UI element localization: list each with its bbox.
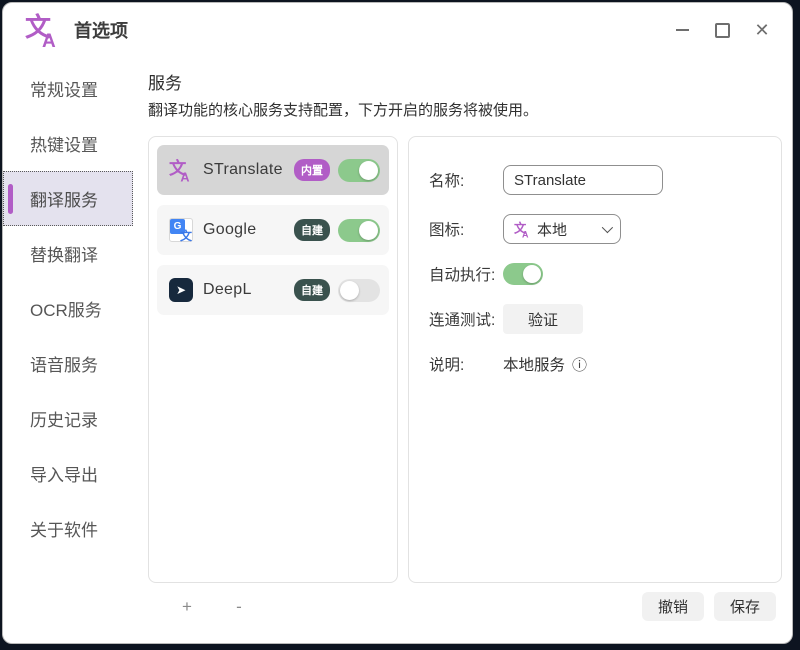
- sidebar-item-label: 关于软件: [30, 516, 98, 541]
- deepl-icon: ➤: [169, 278, 193, 302]
- sidebar-item-label: 翻译服务: [30, 186, 98, 211]
- svg-text:A: A: [42, 31, 56, 48]
- sidebar-item-ocr[interactable]: OCR服务: [3, 281, 133, 336]
- sidebar-item-history[interactable]: 历史记录: [3, 391, 133, 446]
- google-wen-glyph: 文: [180, 230, 192, 242]
- auto-execute-label: 自动执行:: [429, 263, 503, 285]
- sidebar-item-import-export[interactable]: 导入导出: [3, 446, 133, 501]
- sidebar-item-label: 热键设置: [30, 131, 98, 156]
- stranslate-icon: 文 A: [169, 158, 193, 182]
- service-row-google[interactable]: G 文 Google 自建: [157, 205, 389, 255]
- sidebar-item-translate-services[interactable]: 翻译服务: [3, 171, 133, 226]
- sidebar-item-label: 导入导出: [30, 461, 98, 486]
- service-name: Google: [203, 221, 294, 239]
- auto-execute-toggle[interactable]: [503, 263, 543, 285]
- description-label: 说明:: [429, 353, 503, 375]
- main-content: 服务 翻译功能的核心服务支持配置，下方开启的服务将被使用。 文 A STrans…: [133, 57, 792, 643]
- sidebar-item-replace-translate[interactable]: 替换翻译: [3, 226, 133, 281]
- icon-row: 图标: 文 A 本地: [429, 214, 761, 244]
- sidebar-item-label: 历史记录: [30, 406, 98, 431]
- maximize-icon: [715, 23, 730, 38]
- service-badge: 自建: [294, 279, 330, 301]
- toggle-knob: [359, 161, 378, 180]
- service-row-deepl[interactable]: ➤ DeepL 自建: [157, 265, 389, 315]
- sidebar-item-about[interactable]: 关于软件: [3, 501, 133, 556]
- icon-select[interactable]: 文 A 本地: [503, 214, 621, 244]
- toggle-knob: [340, 281, 359, 300]
- auto-execute-row: 自动执行:: [429, 263, 761, 285]
- stranslate-icon: 文 A: [514, 221, 531, 238]
- description-value: 本地服务: [503, 353, 565, 375]
- minimize-icon: [676, 29, 689, 31]
- footer: + - 撤销 保存: [148, 583, 782, 629]
- sidebar-item-label: 常规设置: [30, 76, 98, 101]
- sidebar-item-general[interactable]: 常规设置: [3, 61, 133, 116]
- close-icon: ✕: [754, 21, 769, 39]
- selected-indicator-bar: [8, 184, 13, 214]
- service-list-actions: + -: [148, 595, 398, 617]
- info-icon[interactable]: ⓘ: [572, 354, 587, 375]
- service-enable-toggle[interactable]: [338, 279, 380, 302]
- description-row: 说明: 本地服务 ⓘ: [429, 353, 761, 375]
- connectivity-test-row: 连通测试: 验证: [429, 304, 761, 334]
- sidebar: 常规设置 热键设置 翻译服务 替换翻译 OCR服务 语音服务: [3, 57, 133, 643]
- service-list-panel: 文 A STranslate 内置 G 文: [148, 136, 398, 583]
- app-logo-icon: 文 A: [25, 12, 61, 48]
- add-service-button[interactable]: +: [176, 595, 198, 617]
- sidebar-item-label: 替换翻译: [30, 241, 98, 266]
- service-name: STranslate: [203, 161, 294, 179]
- service-badge: 自建: [294, 219, 330, 241]
- preferences-window: 文 A 首选项 ✕ 常规设置 热键设置: [2, 2, 793, 644]
- service-badge: 内置: [294, 159, 330, 181]
- connectivity-test-label: 连通测试:: [429, 308, 503, 330]
- verify-button[interactable]: 验证: [503, 304, 583, 334]
- sidebar-item-hotkeys[interactable]: 热键设置: [3, 116, 133, 171]
- window-title: 首选项: [74, 17, 128, 43]
- service-name: DeepL: [203, 281, 294, 299]
- close-button[interactable]: ✕: [746, 14, 778, 46]
- undo-button[interactable]: 撤销: [642, 592, 704, 621]
- service-enable-toggle[interactable]: [338, 219, 380, 242]
- sidebar-item-label: OCR服务: [30, 296, 102, 321]
- service-enable-toggle[interactable]: [338, 159, 380, 182]
- service-row-stranslate[interactable]: 文 A STranslate 内置: [157, 145, 389, 195]
- save-button[interactable]: 保存: [714, 592, 776, 621]
- deepl-arrow-glyph: ➤: [176, 283, 186, 297]
- chevron-down-icon: [602, 222, 613, 233]
- window-controls: ✕: [666, 14, 778, 46]
- icon-select-value: 本地: [537, 219, 567, 240]
- titlebar[interactable]: 文 A 首选项 ✕: [3, 3, 792, 57]
- svg-text:A: A: [522, 229, 529, 237]
- google-translate-icon: G 文: [169, 218, 193, 242]
- sidebar-item-label: 语音服务: [30, 351, 98, 376]
- minimize-button[interactable]: [666, 14, 698, 46]
- name-label: 名称:: [429, 169, 503, 191]
- toggle-knob: [359, 221, 378, 240]
- footer-actions: 撤销 保存: [642, 592, 782, 621]
- icon-label: 图标:: [429, 218, 503, 240]
- sidebar-item-tts[interactable]: 语音服务: [3, 336, 133, 391]
- service-detail-panel: 名称: 图标: 文 A 本地: [408, 136, 782, 583]
- toggle-knob: [523, 265, 541, 283]
- page-subtitle: 翻译功能的核心服务支持配置，下方开启的服务将被使用。: [148, 99, 782, 120]
- page-title: 服务: [148, 69, 782, 94]
- name-row: 名称:: [429, 165, 761, 195]
- svg-text:A: A: [180, 170, 189, 182]
- maximize-button[interactable]: [706, 14, 738, 46]
- service-name-input[interactable]: [503, 165, 663, 195]
- remove-service-button[interactable]: -: [228, 595, 250, 617]
